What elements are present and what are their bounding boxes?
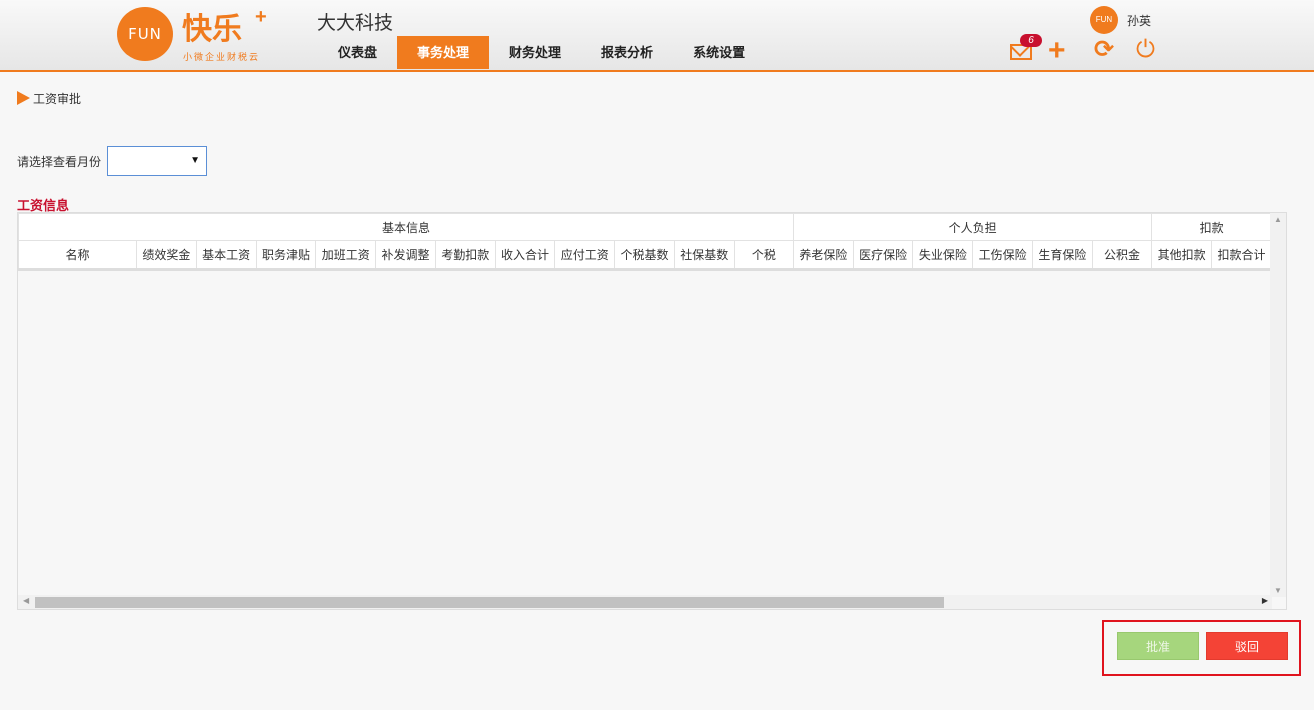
column-header[interactable]: 补发调整 [375, 240, 436, 271]
column-header[interactable]: 失业保险 [912, 240, 974, 271]
column-header[interactable]: 其他扣款 [1151, 240, 1213, 271]
logo-plus: + [255, 6, 267, 28]
refresh-icon[interactable]: ⟳ [1094, 36, 1114, 64]
column-header[interactable]: 基本工资 [195, 240, 257, 271]
column-header[interactable]: 绩效奖金 [136, 240, 197, 271]
horizontal-scroll-thumb[interactable] [35, 597, 944, 608]
column-header[interactable]: 应付工资 [554, 240, 616, 271]
nav-reports[interactable]: 报表分析 [581, 36, 673, 69]
logo-title: 快乐 [182, 12, 242, 47]
logo-mark: FUN [117, 7, 173, 61]
salary-table-header: 基本信息 个人负担 扣款 名称 绩效奖金 基本工资 职务津贴 加班工资 补发调整… [18, 213, 1272, 271]
avatar[interactable]: FUN [1090, 6, 1118, 34]
horizontal-scrollbar[interactable]: ◀ ▶ [18, 595, 1272, 609]
user-name[interactable]: 孙英 [1127, 12, 1151, 29]
scroll-right-icon[interactable]: ▶ [1262, 596, 1268, 605]
column-header[interactable]: 扣款合计 [1211, 240, 1272, 271]
scroll-down-icon[interactable]: ▼ [1274, 586, 1282, 595]
salary-table: 基本信息 个人负担 扣款 名称 绩效奖金 基本工资 职务津贴 加班工资 补发调整… [17, 212, 1287, 610]
nav-settings[interactable]: 系统设置 [673, 36, 765, 69]
column-header[interactable]: 社保基数 [673, 240, 735, 271]
logo-subtitle: 小微企业财税云 [183, 52, 261, 62]
action-button-group: 批准 驳回 [1102, 620, 1301, 676]
column-header[interactable]: 个税 [733, 240, 794, 271]
column-header[interactable]: 考勤扣款 [434, 240, 496, 271]
column-header[interactable]: 职务津贴 [255, 240, 317, 271]
power-icon[interactable]: ⏻ [1136, 36, 1155, 64]
nav-finance[interactable]: 财务处理 [489, 36, 581, 69]
nav-transactions[interactable]: 事务处理 [397, 36, 490, 69]
group-header-basic: 基本信息 [18, 213, 794, 241]
breadcrumb: 工资审批 [33, 92, 82, 106]
breadcrumb-arrow-icon [17, 91, 30, 105]
group-header-personal: 个人负担 [792, 213, 1153, 241]
column-header[interactable]: 生育保险 [1032, 240, 1093, 271]
column-header[interactable]: 医疗保险 [852, 240, 914, 271]
month-select[interactable]: ▼ [107, 146, 207, 176]
scroll-up-icon[interactable]: ▲ [1274, 215, 1282, 224]
approve-button[interactable]: 批准 [1117, 632, 1199, 660]
month-filter-label: 请选择查看月份 [17, 155, 102, 169]
mail-count-badge: 6 [1020, 34, 1042, 47]
vertical-scrollbar[interactable]: ▲ ▼ [1270, 213, 1286, 597]
column-header[interactable]: 名称 [18, 240, 138, 271]
column-header[interactable]: 养老保险 [792, 240, 854, 271]
top-header: FUN 快乐 + 小微企业财税云 大大科技 仪表盘 事务处理 财务处理 报表分析… [0, 0, 1314, 72]
column-header[interactable]: 工伤保险 [972, 240, 1034, 271]
column-header[interactable]: 收入合计 [494, 240, 556, 271]
column-header[interactable]: 公积金 [1091, 240, 1153, 271]
column-header[interactable]: 加班工资 [315, 240, 377, 271]
company-name: 大大科技 [317, 13, 394, 34]
revoke-button[interactable]: 驳回 [1206, 632, 1288, 660]
group-header-deduction: 扣款 [1151, 213, 1272, 241]
main-nav: 仪表盘 事务处理 财务处理 报表分析 系统设置 [318, 36, 765, 69]
add-icon[interactable]: + [1048, 36, 1066, 66]
scroll-left-icon[interactable]: ◀ [23, 596, 29, 605]
nav-dashboard[interactable]: 仪表盘 [318, 36, 397, 69]
column-header[interactable]: 个税基数 [614, 240, 675, 271]
chevron-down-icon: ▼ [190, 155, 200, 166]
